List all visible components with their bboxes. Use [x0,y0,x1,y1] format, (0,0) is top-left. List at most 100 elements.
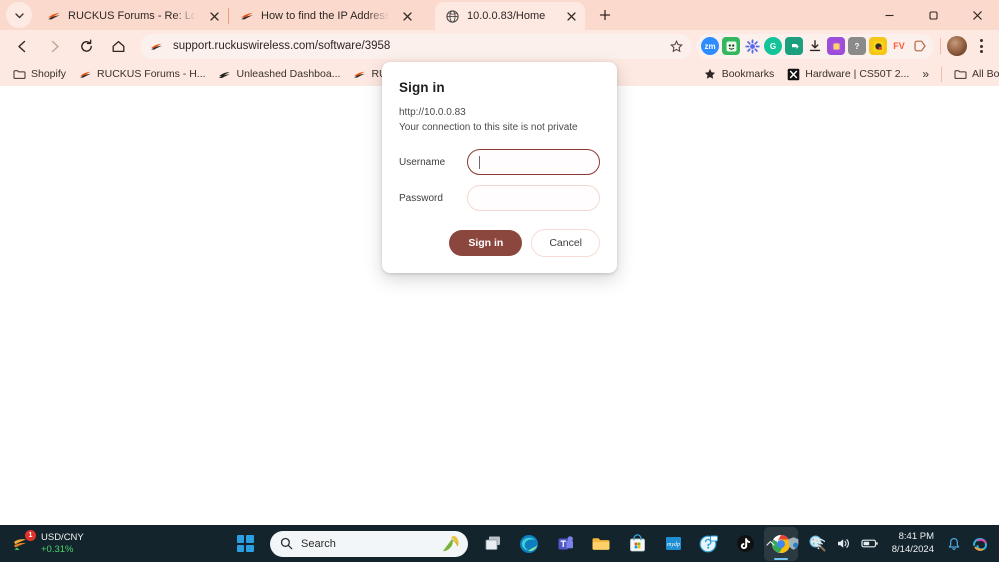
username-label: Username [399,156,446,168]
bookmark-star-icon[interactable] [666,36,686,56]
edge-icon [519,533,540,554]
mydp-icon: mydp [663,533,684,554]
clock-date: 8/14/2024 [891,543,934,555]
tag-extension-icon[interactable] [911,37,929,55]
tab-title: How to find the IP Address of t [261,10,389,22]
ruckus-icon [149,39,164,54]
address-bar-url: support.ruckuswireless.com/software/3958 [173,40,391,52]
puzzle-extension-icon[interactable] [827,37,845,55]
search-icon [280,537,293,550]
bookmark-ruckus-forums-h[interactable]: RUCKUS Forums - H... [72,64,212,84]
clock[interactable]: 8:41 PM 8/14/2024 [885,531,941,556]
tray-battery-button[interactable] [857,529,883,559]
bitwarden-extension-icon[interactable] [785,37,803,55]
all-bookmarks-button[interactable]: All Bookmarks [947,64,999,84]
bookmark-hardware-cs50t[interactable]: Hardware | CS50T 2... [780,64,915,84]
grammar-extension-icon[interactable] [722,37,740,55]
widget-text: USD/CNY +0.31% [41,532,84,556]
wifi-icon [811,538,825,550]
username-input[interactable] [467,149,600,175]
taskbar-app-mydp[interactable]: mydp [656,527,690,561]
shield-icon [788,537,799,550]
tray-wifi-button[interactable] [807,529,830,559]
ruckus-icon [239,9,254,24]
windows-start-icon [236,535,254,552]
bookmarks-divider [941,66,942,82]
chevron-up-icon [766,540,775,546]
dialog-title: Sign in [399,80,445,95]
widget-badge: 1 [25,529,36,541]
zoom-extension-icon[interactable]: zm [701,37,719,55]
bookmark-label: Shopify [31,68,67,80]
download-extension-icon[interactable] [806,37,824,55]
teams-icon [555,533,576,554]
currency-icon: 1 [12,529,36,555]
taskbar-app-task-view[interactable] [476,527,510,561]
back-button[interactable] [9,33,35,59]
toolbar-divider [940,38,941,54]
password-input[interactable] [467,185,600,211]
extensions-bar: zm G ? FV [696,33,934,59]
avast-extension-icon[interactable] [869,37,887,55]
tab-title: RUCKUS Forums - Re: Loss of p [68,10,196,22]
copilot-button[interactable] [967,529,993,559]
tray-volume-button[interactable] [832,529,855,559]
currency-widget[interactable]: 1 USD/CNY +0.31% [0,525,94,562]
tray-expand-button[interactable] [761,529,780,559]
taskbar-app-edge[interactable] [512,527,546,561]
tab-close-button[interactable] [399,8,415,24]
grammarly-extension-icon[interactable]: G [764,37,782,55]
bookmark-bookmarks-folder[interactable]: Bookmarks [697,64,781,84]
tiktok-icon [735,533,756,554]
folder-icon [591,533,612,554]
username-row: Username [399,149,600,175]
globe-icon [445,9,460,24]
close-button[interactable] [955,0,999,30]
system-tray: 8:41 PM 8/14/2024 [761,525,999,562]
avatar[interactable] [947,36,967,56]
taskbar-app-file-explorer[interactable] [584,527,618,561]
minimize-button[interactable] [867,0,911,30]
tab-close-button[interactable] [563,8,579,24]
sign-in-button[interactable]: Sign in [449,230,523,256]
tab-search-button[interactable] [6,2,32,28]
windows-taskbar: 1 USD/CNY +0.31% Search mydp 8:41 PM 8/1… [0,525,999,562]
bookmark-shopify[interactable]: Shopify [6,64,72,84]
forward-arrow-icon [51,40,59,52]
back-arrow-icon [17,40,25,52]
bookmark-label: Bookmarks [721,68,775,80]
chevron-down-icon [14,12,24,18]
tab-10-0-0-83-home[interactable]: 10.0.0.83/Home [435,2,585,30]
tab-ruckus-forums-loss[interactable]: RUCKUS Forums - Re: Loss of p [36,2,228,30]
reload-button[interactable] [73,33,99,59]
tab-how-to-find-ip[interactable]: How to find the IP Address of t [229,2,421,30]
home-button[interactable] [105,33,131,59]
taskbar-app-teams[interactable] [548,527,582,561]
unknown-extension-icon[interactable]: ? [848,37,866,55]
new-tab-button[interactable] [592,2,618,28]
settings-extension-icon[interactable] [743,37,761,55]
search-placeholder: Search [301,537,336,550]
cancel-button[interactable]: Cancel [531,229,600,257]
maximize-button[interactable] [911,0,955,30]
text-caret [479,155,480,169]
taskbar-app-help-chat[interactable] [692,527,726,561]
tray-security-button[interactable] [782,529,805,559]
fv-extension-icon[interactable]: FV [890,37,908,55]
bookmarks-overflow-button[interactable]: » [915,64,936,84]
sign-in-dialog: Sign in http://10.0.0.83 Your connection… [382,62,617,273]
taskbar-app-microsoft-store[interactable] [620,527,654,561]
bookmark-unleashed-dashboard[interactable]: Unleashed Dashboa... [212,64,347,84]
dialog-privacy-warning: Your connection to this site is not priv… [399,122,578,133]
notifications-button[interactable] [943,529,965,559]
address-bar[interactable]: support.ruckuswireless.com/software/3958 [140,33,692,59]
kebab-menu-icon[interactable] [969,33,993,59]
clock-time: 8:41 PM [898,531,934,543]
start-button[interactable] [228,527,262,561]
taskbar-search-box[interactable]: Search [270,530,468,557]
forward-button[interactable] [41,33,67,59]
dialog-url: http://10.0.0.83 [399,107,466,118]
tab-close-button[interactable] [206,8,222,24]
taskbar-app-tiktok[interactable] [728,527,762,561]
widget-delta: +0.31% [41,543,74,555]
